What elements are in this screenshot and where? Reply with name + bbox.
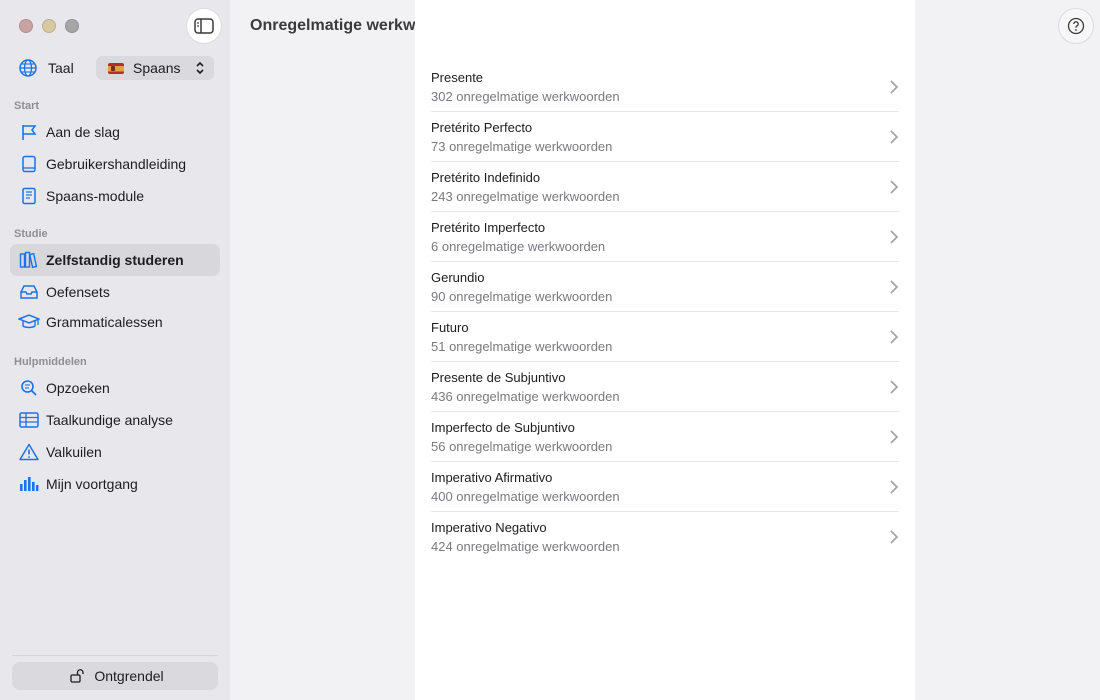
zoom-window-button[interactable]: [65, 19, 79, 33]
sidebar-item-label: Taalkundige analyse: [46, 412, 173, 428]
app-window: Taal Spaans Start Aan de slag Gebruikers…: [0, 0, 1100, 700]
chevron-right-icon: [890, 480, 899, 494]
list-item[interactable]: Futuro 51 onregelmatige werkwoorden: [431, 312, 899, 362]
list-item-subtitle: 302 onregelmatige werkwoorden: [431, 89, 620, 104]
sidebar-toggle-icon: [194, 18, 214, 34]
sidebar-item-aan-de-slag[interactable]: Aan de slag: [10, 116, 220, 148]
sidebar-toggle-button[interactable]: [186, 8, 222, 44]
sidebar-item-valkuilen[interactable]: Valkuilen: [10, 436, 220, 468]
sidebar-item-gebruikershandleiding[interactable]: Gebruikershandleiding: [10, 148, 220, 180]
question-mark-icon: [1067, 17, 1085, 35]
sidebar: Taal Spaans Start Aan de slag Gebruikers…: [0, 0, 230, 700]
list-item-title: Futuro: [431, 320, 469, 335]
magnifier-icon: [18, 377, 40, 399]
flag-icon: [18, 121, 40, 143]
chevron-right-icon: [890, 80, 899, 94]
language-row: Taal Spaans: [18, 56, 214, 80]
sidebar-item-zelfstandig-studeren[interactable]: Zelfstandig studeren: [10, 244, 220, 276]
sidebar-divider: [12, 655, 218, 656]
sidebar-item-label: Spaans-module: [46, 188, 145, 204]
help-button[interactable]: [1058, 8, 1094, 44]
chevron-right-icon: [890, 130, 899, 144]
list-item-title: Gerundio: [431, 270, 485, 285]
list-item-subtitle: 73 onregelmatige werkwoorden: [431, 139, 613, 154]
sidebar-item-grammaticalessen[interactable]: Grammaticalessen: [10, 306, 220, 338]
sidebar-item-oefensets[interactable]: Oefensets: [10, 276, 220, 308]
list-item-subtitle: 424 onregelmatige werkwoorden: [431, 539, 620, 554]
list-item-title: Presente: [431, 70, 484, 85]
sidebar-item-opzoeken[interactable]: Opzoeken: [10, 372, 220, 404]
list-item-subtitle: 51 onregelmatige werkwoorden: [431, 339, 613, 354]
book-icon: [18, 153, 40, 175]
chevron-right-icon: [890, 180, 899, 194]
tray-icon: [18, 281, 40, 303]
section-title-start: Start: [14, 100, 40, 112]
sidebar-item-label: Opzoeken: [46, 380, 110, 396]
globe-icon: [19, 59, 37, 77]
unlock-button[interactable]: Ontgrendel: [12, 662, 218, 690]
sidebar-item-label: Aan de slag: [46, 124, 120, 140]
unlock-icon: [66, 665, 88, 687]
list-item[interactable]: Imperativo Afirmativo 400 onregelmatige …: [431, 462, 899, 512]
list-item[interactable]: Presente de Subjuntivo 436 onregelmatige…: [431, 362, 899, 412]
chevron-up-down-icon: [196, 61, 204, 75]
sidebar-item-spaans-module[interactable]: Spaans-module: [10, 180, 220, 212]
language-value: Spaans: [133, 60, 181, 76]
list-item-title: Presente de Subjuntivo: [431, 370, 566, 385]
list-item[interactable]: Pretérito Imperfecto 6 onregelmatige wer…: [431, 212, 899, 262]
list-item-subtitle: 6 onregelmatige werkwoorden: [431, 239, 606, 254]
list-item-title: Imperativo Afirmativo: [431, 470, 553, 485]
list-item[interactable]: Presente 302 onregelmatige werkwoorden: [431, 62, 899, 112]
language-select[interactable]: Spaans: [96, 56, 214, 80]
list-item[interactable]: Pretérito Perfecto 73 onregelmatige werk…: [431, 112, 899, 162]
chevron-right-icon: [890, 380, 899, 394]
warning-icon: [18, 441, 40, 463]
books-icon: [18, 249, 40, 271]
sidebar-item-label: Gebruikershandleiding: [46, 156, 187, 172]
minimize-window-button[interactable]: [42, 19, 56, 33]
chevron-right-icon: [890, 330, 899, 344]
list-item[interactable]: Pretérito Indefinido 243 onregelmatige w…: [431, 162, 899, 212]
window-controls: [19, 19, 79, 33]
chevron-right-icon: [890, 430, 899, 444]
list-item-title: Imperfecto de Subjuntivo: [431, 420, 575, 435]
list-item-subtitle: 400 onregelmatige werkwoorden: [431, 489, 620, 504]
list-item-subtitle: 90 onregelmatige werkwoorden: [431, 289, 613, 304]
unlock-label: Ontgrendel: [94, 668, 164, 684]
sidebar-item-label: Grammaticalessen: [46, 314, 163, 330]
chevron-right-icon: [890, 530, 899, 544]
list-item[interactable]: Gerundio 90 onregelmatige werkwoorden: [431, 262, 899, 312]
list-item-title: Imperativo Negativo: [431, 520, 547, 535]
sidebar-item-label: Oefensets: [46, 284, 110, 300]
list-item-title: Pretérito Perfecto: [431, 120, 533, 135]
tense-list: Presente 302 onregelmatige werkwoorden P…: [431, 62, 899, 562]
chevron-right-icon: [890, 280, 899, 294]
notebook-icon: [18, 185, 40, 207]
language-label: Taal: [48, 60, 74, 76]
spain-flag-icon: [108, 62, 124, 74]
list-item-title: Pretérito Indefinido: [431, 170, 541, 185]
sidebar-item-mijn-voortgang[interactable]: Mijn voortgang: [10, 468, 220, 500]
bar-chart-icon: [18, 473, 40, 495]
list-item-title: Pretérito Imperfecto: [431, 220, 546, 235]
sidebar-item-taalkundige-analyse[interactable]: Taalkundige analyse: [10, 404, 220, 436]
content-panel: Presente 302 onregelmatige werkwoorden P…: [415, 0, 915, 700]
list-item-subtitle: 243 onregelmatige werkwoorden: [431, 189, 620, 204]
sidebar-item-label: Mijn voortgang: [46, 476, 138, 492]
main-area: Onregelmatige werkwoorden Presente 302 o…: [230, 0, 1100, 700]
section-title-studie: Studie: [14, 228, 48, 240]
graduation-cap-icon: [18, 311, 40, 333]
table-icon: [18, 409, 40, 431]
chevron-right-icon: [890, 230, 899, 244]
list-item-subtitle: 436 onregelmatige werkwoorden: [431, 389, 620, 404]
sidebar-item-label: Valkuilen: [46, 444, 102, 460]
section-title-hulpmiddelen: Hulpmiddelen: [14, 356, 87, 368]
close-window-button[interactable]: [19, 19, 33, 33]
sidebar-item-label: Zelfstandig studeren: [46, 252, 184, 268]
list-item-subtitle: 56 onregelmatige werkwoorden: [431, 439, 613, 454]
list-item[interactable]: Imperfecto de Subjuntivo 56 onregelmatig…: [431, 412, 899, 462]
list-item[interactable]: Imperativo Negativo 424 onregelmatige we…: [431, 512, 899, 562]
